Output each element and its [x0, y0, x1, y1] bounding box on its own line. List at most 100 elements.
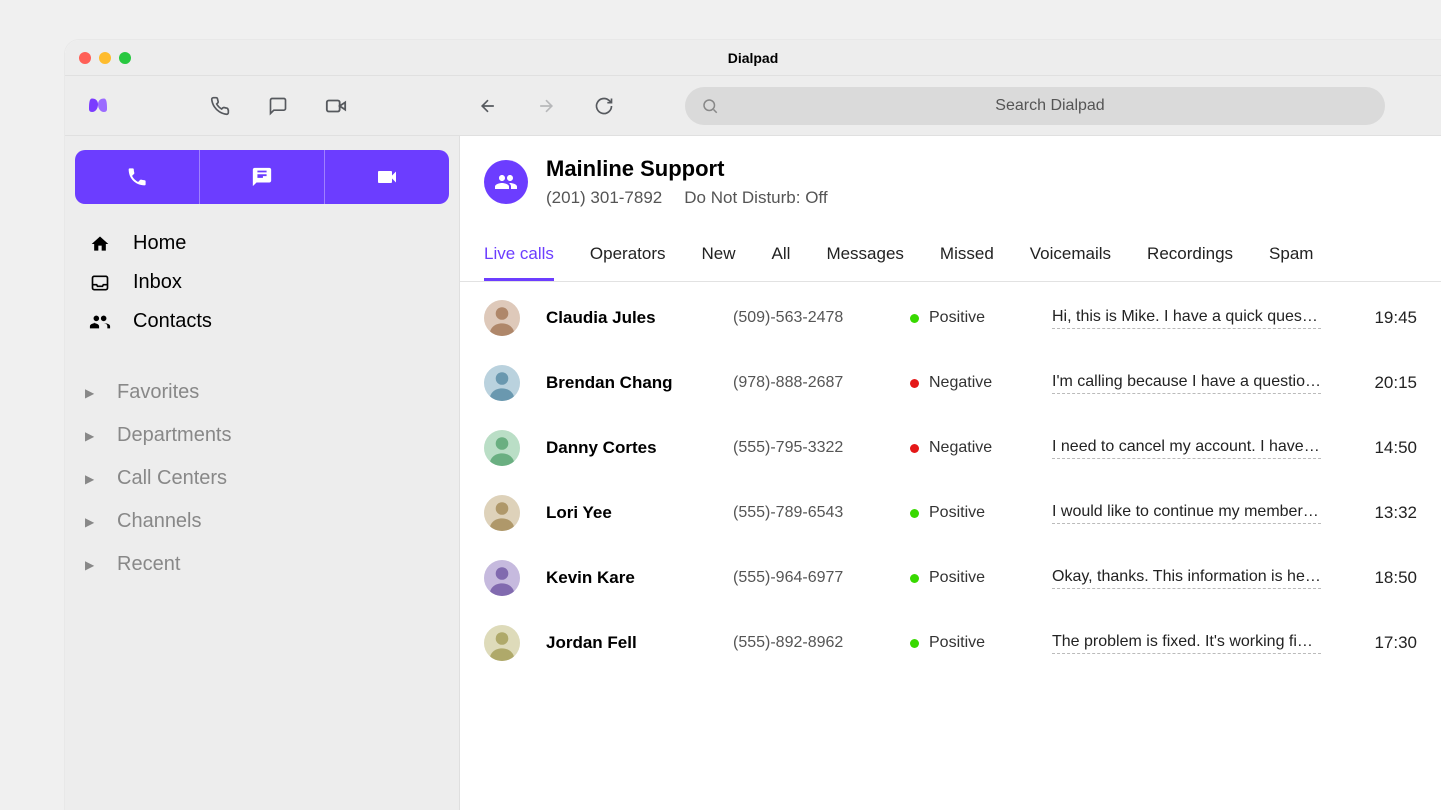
- transcript-snippet: I need to cancel my account. I have…: [1052, 438, 1321, 459]
- chevron-right-icon: ▶: [85, 515, 101, 529]
- caller-name: Kevin Kare: [546, 568, 721, 588]
- tab-spam[interactable]: Spam: [1269, 234, 1313, 281]
- sentiment-dot-icon: [910, 509, 919, 518]
- dialpad-logo: [81, 89, 115, 123]
- sidebar-folder-recent[interactable]: ▶Recent: [75, 543, 449, 586]
- sentiment-label: Negative: [929, 374, 992, 392]
- caller-name: Brendan Chang: [546, 373, 721, 393]
- caller-phone: (978)-888-2687: [733, 374, 898, 392]
- sidebar-folder-favorites[interactable]: ▶ Favorites: [75, 371, 449, 414]
- main-header: Mainline Support (201) 301-7892 Do Not D…: [460, 136, 1441, 216]
- nav-back-icon[interactable]: [471, 89, 505, 123]
- call-row[interactable]: Jordan Fell(555)-892-8962PositiveThe pro…: [460, 611, 1441, 676]
- video-icon[interactable]: [319, 89, 353, 123]
- header-text: Mainline Support (201) 301-7892 Do Not D…: [546, 156, 828, 208]
- transcript-snippet: Okay, thanks. This information is helpfu…: [1052, 568, 1321, 589]
- caller-name: Lori Yee: [546, 503, 721, 523]
- transcript-snippet: Hi, this is Mike. I have a quick questio…: [1052, 308, 1321, 329]
- sentiment-label: Positive: [929, 309, 985, 327]
- minimize-window-button[interactable]: [99, 52, 111, 64]
- sentiment: Positive: [910, 569, 1040, 587]
- call-duration: 13:32: [1357, 503, 1417, 523]
- new-call-button[interactable]: [75, 150, 200, 204]
- page-title: Mainline Support: [546, 156, 828, 182]
- window-controls: [79, 52, 131, 64]
- folder-label: Channels: [117, 510, 202, 533]
- tab-messages[interactable]: Messages: [826, 234, 903, 281]
- sidebar-item-home[interactable]: Home: [75, 224, 449, 263]
- window-title: Dialpad: [728, 50, 779, 66]
- search-input[interactable]: [731, 97, 1369, 115]
- sidebar-item-inbox[interactable]: Inbox: [75, 263, 449, 302]
- new-video-button[interactable]: [325, 150, 449, 204]
- sentiment: Positive: [910, 634, 1040, 652]
- contacts-icon: [89, 311, 111, 333]
- sidebar-item-label: Home: [133, 232, 186, 255]
- transcript-snippet: I would like to continue my membership…: [1052, 503, 1321, 524]
- app-window: Dialpad: [65, 40, 1441, 810]
- tab-new[interactable]: New: [702, 234, 736, 281]
- sidebar-folder-departments[interactable]: ▶Departments: [75, 414, 449, 457]
- home-icon: [89, 234, 111, 254]
- avatar: [484, 560, 520, 596]
- transcript-snippet: I'm calling because I have a question…: [1052, 373, 1321, 394]
- caller-phone: (555)-964-6977: [733, 569, 898, 587]
- avatar: [484, 625, 520, 661]
- transcript-snippet: The problem is fixed. It's working fine…: [1052, 633, 1321, 654]
- group-avatar-icon: [484, 160, 528, 204]
- sentiment-label: Positive: [929, 569, 985, 587]
- sentiment-dot-icon: [910, 639, 919, 648]
- titlebar: Dialpad: [65, 40, 1441, 76]
- close-window-button[interactable]: [79, 52, 91, 64]
- header-phone: (201) 301-7892: [546, 188, 662, 208]
- sidebar-item-contacts[interactable]: Contacts: [75, 302, 449, 341]
- tab-voicemails[interactable]: Voicemails: [1030, 234, 1111, 281]
- header-dnd: Do Not Disturb: Off: [684, 188, 827, 208]
- call-duration: 18:50: [1357, 568, 1417, 588]
- maximize-window-button[interactable]: [119, 52, 131, 64]
- sidebar: Home Inbox Contacts ▶ Favorites ▶Departments…: [65, 136, 460, 810]
- sentiment-dot-icon: [910, 574, 919, 583]
- body: Home Inbox Contacts ▶ Favorites ▶Departments…: [65, 136, 1441, 810]
- tab-operators[interactable]: Operators: [590, 234, 666, 281]
- folder-label: Call Centers: [117, 467, 227, 490]
- caller-phone: (555)-795-3322: [733, 439, 898, 457]
- call-row[interactable]: Danny Cortes(555)-795-3322NegativeI need…: [460, 416, 1441, 481]
- phone-icon[interactable]: [203, 89, 237, 123]
- sidebar-item-label: Inbox: [133, 271, 182, 294]
- sidebar-folder-call-centers[interactable]: ▶ Call Centers: [75, 457, 449, 500]
- tab-live-calls[interactable]: Live calls: [484, 234, 554, 281]
- action-row: [75, 150, 449, 204]
- call-duration: 19:45: [1357, 308, 1417, 328]
- sentiment-label: Positive: [929, 634, 985, 652]
- caller-name: Danny Cortes: [546, 438, 721, 458]
- call-duration: 20:15: [1357, 373, 1417, 393]
- search-icon: [701, 97, 719, 115]
- chevron-right-icon: ▶: [85, 472, 101, 486]
- new-message-button[interactable]: [200, 150, 325, 204]
- sidebar-folders: ▶ Favorites ▶Departments ▶ Call Centers ▶ Chan…: [75, 371, 449, 586]
- call-row[interactable]: Claudia Jules(509)-563-2478PositiveHi, t…: [460, 286, 1441, 351]
- nav-forward-icon[interactable]: [529, 89, 563, 123]
- sentiment-dot-icon: [910, 314, 919, 323]
- folder-label: Favorites: [117, 381, 199, 404]
- tab-missed[interactable]: Missed: [940, 234, 994, 281]
- message-icon[interactable]: [261, 89, 295, 123]
- main-panel: Mainline Support (201) 301-7892 Do Not D…: [460, 136, 1441, 810]
- avatar: [484, 430, 520, 466]
- call-row[interactable]: Lori Yee(555)-789-6543PositiveI would li…: [460, 481, 1441, 546]
- tab-all[interactable]: All: [772, 234, 791, 281]
- toolbar: [65, 76, 1441, 136]
- call-duration: 14:50: [1357, 438, 1417, 458]
- tab-recordings[interactable]: Recordings: [1147, 234, 1233, 281]
- refresh-icon[interactable]: [587, 89, 621, 123]
- caller-phone: (555)-892-8962: [733, 634, 898, 652]
- sidebar-folder-channels[interactable]: ▶ Channels: [75, 500, 449, 543]
- call-row[interactable]: Kevin Kare (555)-964-6977 Positive Okay, th…: [460, 546, 1441, 611]
- sentiment: Positive: [910, 309, 1040, 327]
- chevron-right-icon: ▶: [85, 558, 101, 572]
- chevron-right-icon: ▶: [85, 386, 101, 400]
- search-box[interactable]: [685, 87, 1385, 125]
- sentiment-dot-icon: [910, 379, 919, 388]
- call-row[interactable]: Brendan Chang (978)-888-2687 Negative I'm c…: [460, 351, 1441, 416]
